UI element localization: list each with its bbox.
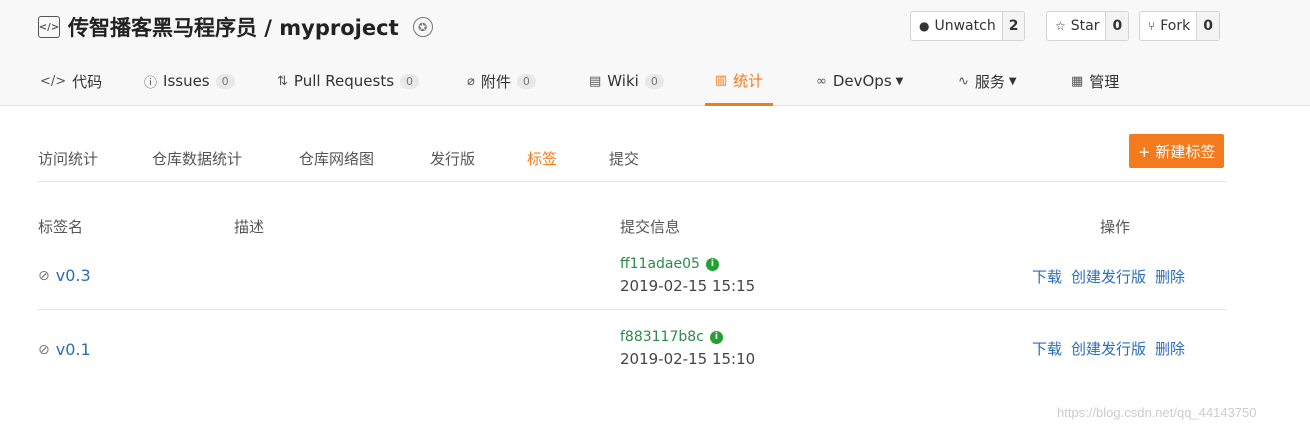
tab-issues[interactable]: ⓘ Issues 0 (144, 58, 235, 104)
tab-label: 代码 (72, 72, 103, 91)
tab-label: Pull Requests (293, 72, 395, 90)
chevron-down-icon: ▼ (1008, 75, 1017, 87)
repo-title[interactable]: 传智播客黑马程序员 / myproject (68, 12, 399, 42)
new-tag-button[interactable]: + 新建标签 (1129, 134, 1225, 168)
info-icon[interactable]: i (705, 257, 719, 271)
stats-subtabs: 访问统计 仓库数据统计 仓库网络图 发行版 标签 提交 + 新建标签 (38, 130, 1226, 182)
fork-icon: ⑂ (1148, 19, 1156, 33)
subtab-repo-data-stats[interactable]: 仓库数据统计 (152, 148, 242, 169)
tab-label: 服务 (974, 72, 1005, 91)
bar-chart-icon: ▥ (714, 73, 728, 88)
tab-pull-requests[interactable]: ⇅ Pull Requests 0 (277, 58, 420, 104)
tab-label: 管理 (1089, 72, 1120, 91)
tag-icon: ⊘ (38, 341, 50, 358)
unwatch-label: Unwatch (934, 18, 996, 34)
commit-date: 2019-02-15 15:15 (620, 277, 756, 295)
infinity-icon: ∞ (816, 73, 827, 89)
column-header-actions: 操作 (1100, 218, 1131, 236)
commit-sha: ff11adae05 (620, 256, 700, 272)
tag-icon: ⊘ (38, 267, 50, 284)
delete-link[interactable]: 删除 (1155, 266, 1185, 287)
tab-label: Wiki (607, 72, 639, 90)
tab-label: 附件 (480, 72, 511, 91)
tab-label: 统计 (733, 72, 764, 90)
tab-devops[interactable]: ∞ DevOps ▼ (816, 58, 903, 104)
column-header-description: 描述 (234, 218, 265, 236)
chevron-down-icon: ▼ (895, 75, 904, 87)
star-button[interactable]: ☆ Star 0 (1046, 11, 1130, 41)
fork-count[interactable]: 0 (1196, 12, 1219, 40)
subtab-commits[interactable]: 提交 (609, 148, 639, 169)
tab-label: Issues (163, 72, 210, 90)
tag-name: v0.3 (55, 266, 91, 285)
table-row: ⊘ v0.3 ff11adae05 i 2019-02-15 15:15 下载 创建… (38, 240, 1226, 310)
create-release-link[interactable]: 创建发行版 (1071, 338, 1146, 359)
column-header-tag-name: 标签名 (38, 218, 84, 236)
tag-link[interactable]: ⊘ v0.3 (38, 266, 91, 285)
subtab-network-graph[interactable]: 仓库网络图 (299, 148, 374, 169)
settings-doc-icon: ▦ (1071, 73, 1084, 89)
fork-button[interactable]: ⑂ Fork 0 (1139, 11, 1220, 41)
tab-label: DevOps (832, 72, 892, 90)
table-row: ⊘ v0.1 f883117b8c i 2019-02-15 15:10 下载 创建… (38, 310, 1226, 380)
watch-count[interactable]: 2 (1001, 12, 1025, 40)
star-count[interactable]: 0 (1105, 12, 1129, 40)
commit-sha: f883117b8c (620, 329, 704, 345)
download-link[interactable]: 下载 (1032, 338, 1062, 359)
subtab-visit-stats[interactable]: 访问统计 (38, 148, 98, 169)
commit-date: 2019-02-15 15:10 (620, 350, 756, 368)
tag-link[interactable]: ⊘ v0.1 (38, 340, 91, 359)
commit-sha-link[interactable]: f883117b8c i (620, 329, 723, 345)
pull-request-icon: ⇅ (277, 73, 288, 89)
row-actions: 下载 创建发行版 删除 (1032, 338, 1185, 359)
subtab-releases[interactable]: 发行版 (430, 148, 475, 169)
attachment-icon: ⌀ (467, 73, 475, 89)
commit-sha-link[interactable]: ff11adae05 i (620, 256, 719, 272)
info-icon[interactable]: i (709, 330, 723, 344)
column-header-commit-info: 提交信息 (620, 218, 681, 236)
issue-icon: ⓘ (144, 75, 158, 91)
tab-count: 0 (400, 73, 420, 89)
star-icon: ☆ (1055, 19, 1066, 33)
tab-count: 0 (516, 73, 536, 89)
tab-stats[interactable]: ▥ 统计 (705, 58, 773, 106)
tab-count: 0 (644, 73, 664, 89)
star-label: Star (1070, 18, 1100, 34)
repo-header: </> 传智播客黑马程序员 / myproject ✪ ● Unwatch 2 ☆… (0, 0, 1310, 106)
row-actions: 下载 创建发行版 删除 (1032, 266, 1185, 287)
wiki-icon: ▤ (589, 73, 602, 89)
tab-code[interactable]: </> 代码 (40, 58, 102, 104)
tag-name: v0.1 (55, 340, 91, 359)
tab-manage[interactable]: ▦ 管理 (1071, 58, 1119, 104)
tab-services[interactable]: ∿ 服务 ▼ (958, 58, 1017, 104)
recommend-badge-icon[interactable]: ✪ (412, 17, 433, 37)
download-link[interactable]: 下载 (1032, 266, 1062, 287)
watermark: https://blog.csdn.net/qq_44143750 (1057, 405, 1257, 420)
create-release-link[interactable]: 创建发行版 (1071, 266, 1146, 287)
pulse-icon: ∿ (958, 73, 969, 89)
tab-wiki[interactable]: ▤ Wiki 0 (589, 58, 664, 104)
delete-link[interactable]: 删除 (1155, 338, 1185, 359)
code-icon: </> (38, 16, 60, 38)
unwatch-button[interactable]: ● Unwatch 2 (910, 11, 1026, 41)
subtab-tags[interactable]: 标签 (527, 148, 557, 169)
tab-attachments[interactable]: ⌀ 附件 0 (467, 58, 536, 104)
code-icon: </> (40, 73, 67, 89)
fork-label: Fork (1160, 18, 1191, 34)
eye-icon: ● (919, 19, 930, 33)
repo-title-bar: </> 传智播客黑马程序员 / myproject ✪ (38, 12, 433, 42)
tab-count: 0 (215, 73, 235, 89)
